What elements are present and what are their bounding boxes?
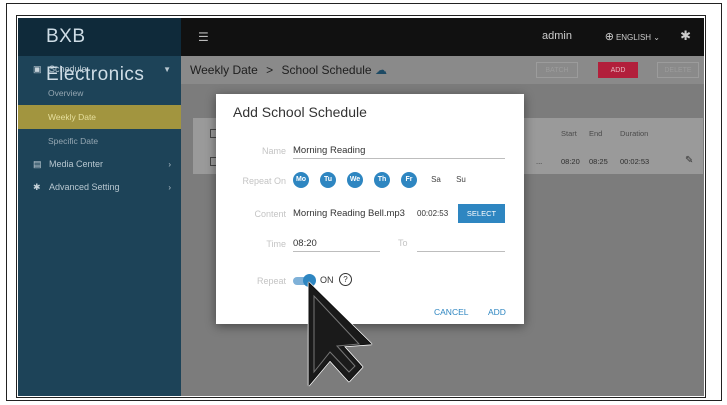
chevron-right-icon: › — [168, 160, 171, 169]
calendar-icon: ▣ — [33, 64, 42, 74]
dialog-add-button[interactable]: ADD — [488, 307, 506, 317]
help-icon[interactable]: ? — [339, 273, 352, 286]
sidebar-item-specific-date[interactable]: Specific Date — [18, 129, 181, 153]
select-button[interactable]: SELECT — [458, 204, 505, 223]
globe-icon: ⊕ — [604, 31, 614, 43]
repeat-label: Repeat — [256, 276, 286, 286]
name-field-underline — [293, 158, 505, 159]
breadcrumb: Weekly Date > School Schedule ☁ — [190, 63, 387, 77]
day-toggle-fr[interactable]: Fr — [401, 172, 417, 188]
repeat-toggle-knob[interactable] — [303, 274, 316, 287]
day-toggle-mo[interactable]: Mo — [293, 172, 309, 188]
sidebar: BXB Electronics ▣ Schedule ▼ Overview Wee… — [18, 18, 181, 396]
sidebar-item-media-center[interactable]: ▤ Media Center › — [18, 153, 181, 176]
column-header-end: End — [589, 129, 603, 138]
time-end-field[interactable] — [417, 251, 505, 252]
language-selector[interactable]: ⊕ ENGLISH ⌄ — [605, 30, 660, 43]
day-toggle-sa[interactable]: Sa — [428, 172, 444, 188]
brand-logo: BXB Electronics — [18, 18, 181, 85]
cell-duration: 00:02:53 — [620, 157, 650, 166]
column-header-duration: Duration — [620, 129, 649, 138]
time-start-field[interactable]: 08:20 — [293, 238, 317, 249]
breadcrumb-page: School Schedule — [281, 63, 372, 77]
time-label: Time — [266, 239, 286, 249]
dialog-title: Add School Schedule — [233, 104, 367, 120]
settings-gear-icon[interactable]: ✱ — [680, 28, 691, 44]
delete-button[interactable]: DELETE — [657, 62, 699, 78]
sidebar-item-schedule[interactable]: ▣ Schedule ▼ — [18, 58, 181, 81]
content-duration: 00:02:53 — [417, 209, 449, 218]
cell-start: 08:20 — [561, 157, 580, 166]
breadcrumb-separator: > — [266, 63, 274, 77]
column-header-start: Start — [561, 129, 577, 138]
day-toggle-we[interactable]: We — [347, 172, 363, 188]
top-bar: ☰ admin ⊕ ENGLISH ⌄ ✱ — [181, 18, 704, 56]
breadcrumb-section[interactable]: Weekly Date — [190, 63, 258, 77]
row-ellipsis: ... — [536, 157, 543, 166]
sidebar-item-label: Schedule — [49, 64, 87, 74]
edit-pencil-icon[interactable]: ✎ — [685, 155, 693, 166]
chevron-down-icon: ⌄ — [653, 33, 660, 42]
name-field[interactable]: Morning Reading — [293, 145, 365, 156]
repeat-state: ON — [320, 275, 334, 285]
time-start-underline — [293, 251, 380, 252]
media-icon: ▤ — [33, 159, 42, 169]
content-file: Morning Reading Bell.mp3 — [293, 208, 405, 219]
cell-end: 08:25 — [589, 157, 608, 166]
to-label: To — [398, 238, 408, 248]
menu-icon[interactable]: ☰ — [198, 30, 209, 44]
day-toggle-tu[interactable]: Tu — [320, 172, 336, 188]
sub-header: Weekly Date > School Schedule ☁ BATCH AD… — [181, 56, 704, 84]
add-schedule-dialog: Add School Schedule Name Morning Reading… — [216, 94, 524, 324]
name-label: Name — [261, 146, 286, 156]
day-toggle-th[interactable]: Th — [374, 172, 390, 188]
user-name[interactable]: admin — [542, 30, 572, 42]
sidebar-item-advanced-setting[interactable]: ✱ Advanced Setting › — [18, 176, 181, 199]
cloud-upload-icon[interactable]: ☁ — [375, 63, 387, 77]
content-label: Content — [254, 209, 286, 219]
repeat-on-label: Repeat On — [242, 176, 286, 186]
cancel-button[interactable]: CANCEL — [434, 307, 468, 317]
chevron-right-icon: › — [168, 183, 171, 192]
sidebar-item-weekly-date[interactable]: Weekly Date — [18, 105, 181, 129]
add-button[interactable]: ADD — [598, 62, 638, 78]
sidebar-item-label: Media Center — [49, 159, 104, 169]
language-label: ENGLISH — [615, 33, 652, 42]
sidebar-item-label: Advanced Setting — [49, 182, 120, 192]
batch-button[interactable]: BATCH — [536, 62, 578, 78]
caret-down-icon: ▼ — [163, 65, 171, 74]
day-toggle-su[interactable]: Su — [453, 172, 469, 188]
gear-icon: ✱ — [33, 182, 41, 192]
